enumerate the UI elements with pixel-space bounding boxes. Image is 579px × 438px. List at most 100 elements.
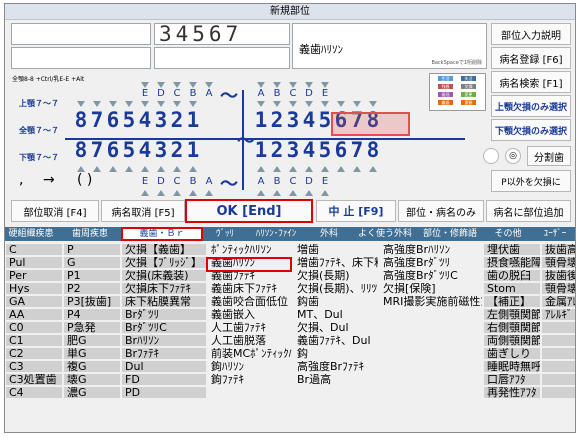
list-item[interactable]: C1 xyxy=(6,335,62,346)
list-item[interactable]: FD xyxy=(122,374,206,385)
tab-other[interactable]: その他 xyxy=(483,227,533,241)
radio-2[interactable]: ◎ xyxy=(505,148,521,164)
site-only-button[interactable]: 部位・病名のみ xyxy=(398,200,484,222)
list-item[interactable]: 高強度Brﾀﾞﾂﾘ xyxy=(380,257,482,268)
list-item[interactable]: C3処置歯 xyxy=(6,374,62,385)
list-item[interactable]: 義歯ﾌｧﾃｷ、Dul xyxy=(294,335,378,346)
tab-hard-tissue[interactable]: 硬組織疾患 xyxy=(5,227,57,241)
lower-permanent-left[interactable]: 87654321 xyxy=(73,138,201,162)
list-item[interactable]: P4 xyxy=(64,309,120,320)
lower-missing-button[interactable]: 下顎欠損のみ選択 xyxy=(491,119,571,141)
list-item[interactable]: Br過高 xyxy=(294,374,378,385)
full-jaw-label[interactable]: 全顎７〜７ xyxy=(19,125,59,136)
list-item[interactable]: 右側顎関節症 xyxy=(484,322,540,333)
list-item[interactable]: 欠損床下ﾌｧﾃｷ xyxy=(122,283,206,294)
lower-permanent-right[interactable]: 12345678 xyxy=(253,138,381,162)
list-item[interactable]: 欠損(床義装) xyxy=(122,270,206,281)
list-item[interactable]: 抜歯高 xyxy=(542,244,575,255)
tab-surgery[interactable]: 外科 xyxy=(307,227,351,241)
lower-deciduous-right[interactable]: ABCDE xyxy=(253,176,333,187)
list-item[interactable]: 抜歯後 xyxy=(542,270,575,281)
lower-deciduous-left[interactable]: EDCBA xyxy=(137,176,217,187)
list-item[interactable]: 人工歯ﾌｧﾃｷ xyxy=(208,322,292,333)
list-item[interactable]: 濃G xyxy=(64,387,120,398)
list-item[interactable]: Brﾀﾞﾂﾘ xyxy=(122,309,206,320)
list-item[interactable]: Brﾊﾘｿﾝ xyxy=(122,335,206,346)
tab-denture[interactable]: 義歯・Ｂｒ xyxy=(121,227,203,241)
list-item[interactable]: G xyxy=(64,257,120,268)
list-item[interactable]: 歯の脱臼 xyxy=(484,270,540,281)
list-item[interactable]: GA xyxy=(6,296,62,307)
disease-register-button[interactable]: 病名登録 [F6] xyxy=(491,47,571,69)
list-item[interactable]: 義歯嵌入 xyxy=(208,309,292,320)
code-display[interactable]: 34567 xyxy=(154,22,290,46)
list-item[interactable]: 前装MCﾎﾟﾝﾃｨｯｸﾊﾘｿﾝ xyxy=(208,348,292,359)
tab-periodontal[interactable]: 歯周疾患 xyxy=(61,227,119,241)
list-item[interactable]: 鈎歯 xyxy=(294,296,378,307)
list-item[interactable]: 高強度BrﾀﾞﾂﾘC xyxy=(380,270,482,281)
list-item[interactable]: 鉤ﾌｧﾃｷ xyxy=(208,374,292,385)
list-item[interactable]: 肥G xyxy=(64,335,120,346)
list-item[interactable]: 複G xyxy=(64,361,120,372)
upper-jaw-label[interactable]: 上顎７〜７ xyxy=(19,98,59,109)
radio-1[interactable] xyxy=(483,148,499,164)
cancel-site-button[interactable]: 部位取消 [F4] xyxy=(11,200,99,222)
list-item[interactable]: C4 xyxy=(6,387,62,398)
list-item[interactable]: Brﾌｧﾃｷ xyxy=(122,348,206,359)
list-item[interactable]: C2 xyxy=(6,348,62,359)
list-item[interactable]: 鈎 xyxy=(294,348,378,359)
tab-modifiers[interactable]: 部位・修飾語 xyxy=(419,227,481,241)
list-item[interactable]: 金属ｱﾚ xyxy=(542,296,575,307)
list-item[interactable]: 歯ぎしり xyxy=(484,348,540,359)
split-tooth-button[interactable]: 分割歯 xyxy=(527,146,571,166)
list-item[interactable]: 欠損[保険] xyxy=(380,283,482,294)
list-item[interactable]: C xyxy=(6,244,62,255)
upper-deciduous-left[interactable]: EDCBA xyxy=(137,88,217,99)
tab-dappuri[interactable]: ｳﾞｯﾘ xyxy=(205,227,245,241)
list-item[interactable]: PD xyxy=(122,387,206,398)
list-item[interactable]: 義歯床下ﾌｧﾃｷ xyxy=(208,283,292,294)
list-item[interactable]: 人工歯脱落 xyxy=(208,335,292,346)
cancel-disease-button[interactable]: 病名取消 [F5] xyxy=(101,200,185,222)
input-help-button[interactable]: 部位入力説明 xyxy=(491,23,571,45)
list-item[interactable]: 睡眠時無呼吸 xyxy=(484,361,540,372)
memo-field-1[interactable] xyxy=(11,23,151,45)
tab-harison[interactable]: ﾊﾘｿﾝ･ﾌｧｲﾝ xyxy=(247,227,305,241)
disease-name-field[interactable]: 義歯ﾊﾘｿﾝ BackSpaceで1桁削除 xyxy=(292,23,487,69)
list-item[interactable]: P1 xyxy=(64,270,120,281)
list-item[interactable]: 欠損、Dul xyxy=(294,322,378,333)
list-item[interactable]: 鉤ﾊﾘｿﾝ xyxy=(208,361,292,372)
list-item[interactable]: P2 xyxy=(64,283,120,294)
add-site-button[interactable]: 病名に部位追加 xyxy=(486,200,571,222)
list-item[interactable]: 増歯ﾌｧﾃｷ、床下粘膜異常 xyxy=(294,257,378,268)
list-item[interactable]: 口唇ｱﾌﾀ xyxy=(484,374,540,385)
list-item[interactable]: 再発性ｱﾌﾀ xyxy=(484,387,540,398)
list-item[interactable]: 義歯咬合面低位 xyxy=(208,296,292,307)
list-item[interactable]: Dul xyxy=(122,361,206,372)
upper-deciduous-right[interactable]: ABCDE xyxy=(253,88,333,99)
list-item[interactable]: 欠損【ﾌﾞﾘｯｼﾞ】 xyxy=(122,257,206,268)
list-item[interactable]: ｱﾚﾙｷﾞ xyxy=(542,309,575,320)
list-item[interactable]: C3 xyxy=(6,361,62,372)
list-item[interactable]: 欠損【義歯】 xyxy=(122,244,206,255)
list-item[interactable]: 埋伏歯 xyxy=(484,244,540,255)
list-item[interactable]: AA xyxy=(6,309,62,320)
list-item[interactable]: ﾎﾟﾝﾃｨｯｸﾊﾘｿﾝ xyxy=(208,244,292,255)
memo-field-2[interactable] xyxy=(11,47,151,69)
upper-missing-button[interactable]: 上顎欠損のみ選択 xyxy=(491,95,571,117)
list-item[interactable]: BrﾀﾞﾂﾘC xyxy=(122,322,206,333)
upper-permanent-left[interactable]: 87654321 xyxy=(73,108,201,132)
list-item[interactable]: Hys xyxy=(6,283,62,294)
lower-jaw-label[interactable]: 下顎７〜７ xyxy=(19,152,59,163)
list-item[interactable]: 【補正】 xyxy=(484,296,540,307)
list-item[interactable]: C0 xyxy=(6,322,62,333)
paren-key[interactable]: ( ) xyxy=(77,172,92,188)
list-item[interactable]: Pul xyxy=(6,257,62,268)
list-item[interactable]: 欠損(長期)、ﾘﾘﾂ xyxy=(294,283,378,294)
comma-key[interactable]: , xyxy=(19,172,23,188)
except-p-button[interactable]: P以外を欠損に xyxy=(491,170,571,192)
list-item[interactable]: 両側顎関節症 xyxy=(484,335,540,346)
ok-button[interactable]: OK [End] xyxy=(185,199,313,223)
list-item[interactable]: MT、Dul xyxy=(294,309,378,320)
list-item[interactable]: 顎骨壊 xyxy=(542,283,575,294)
